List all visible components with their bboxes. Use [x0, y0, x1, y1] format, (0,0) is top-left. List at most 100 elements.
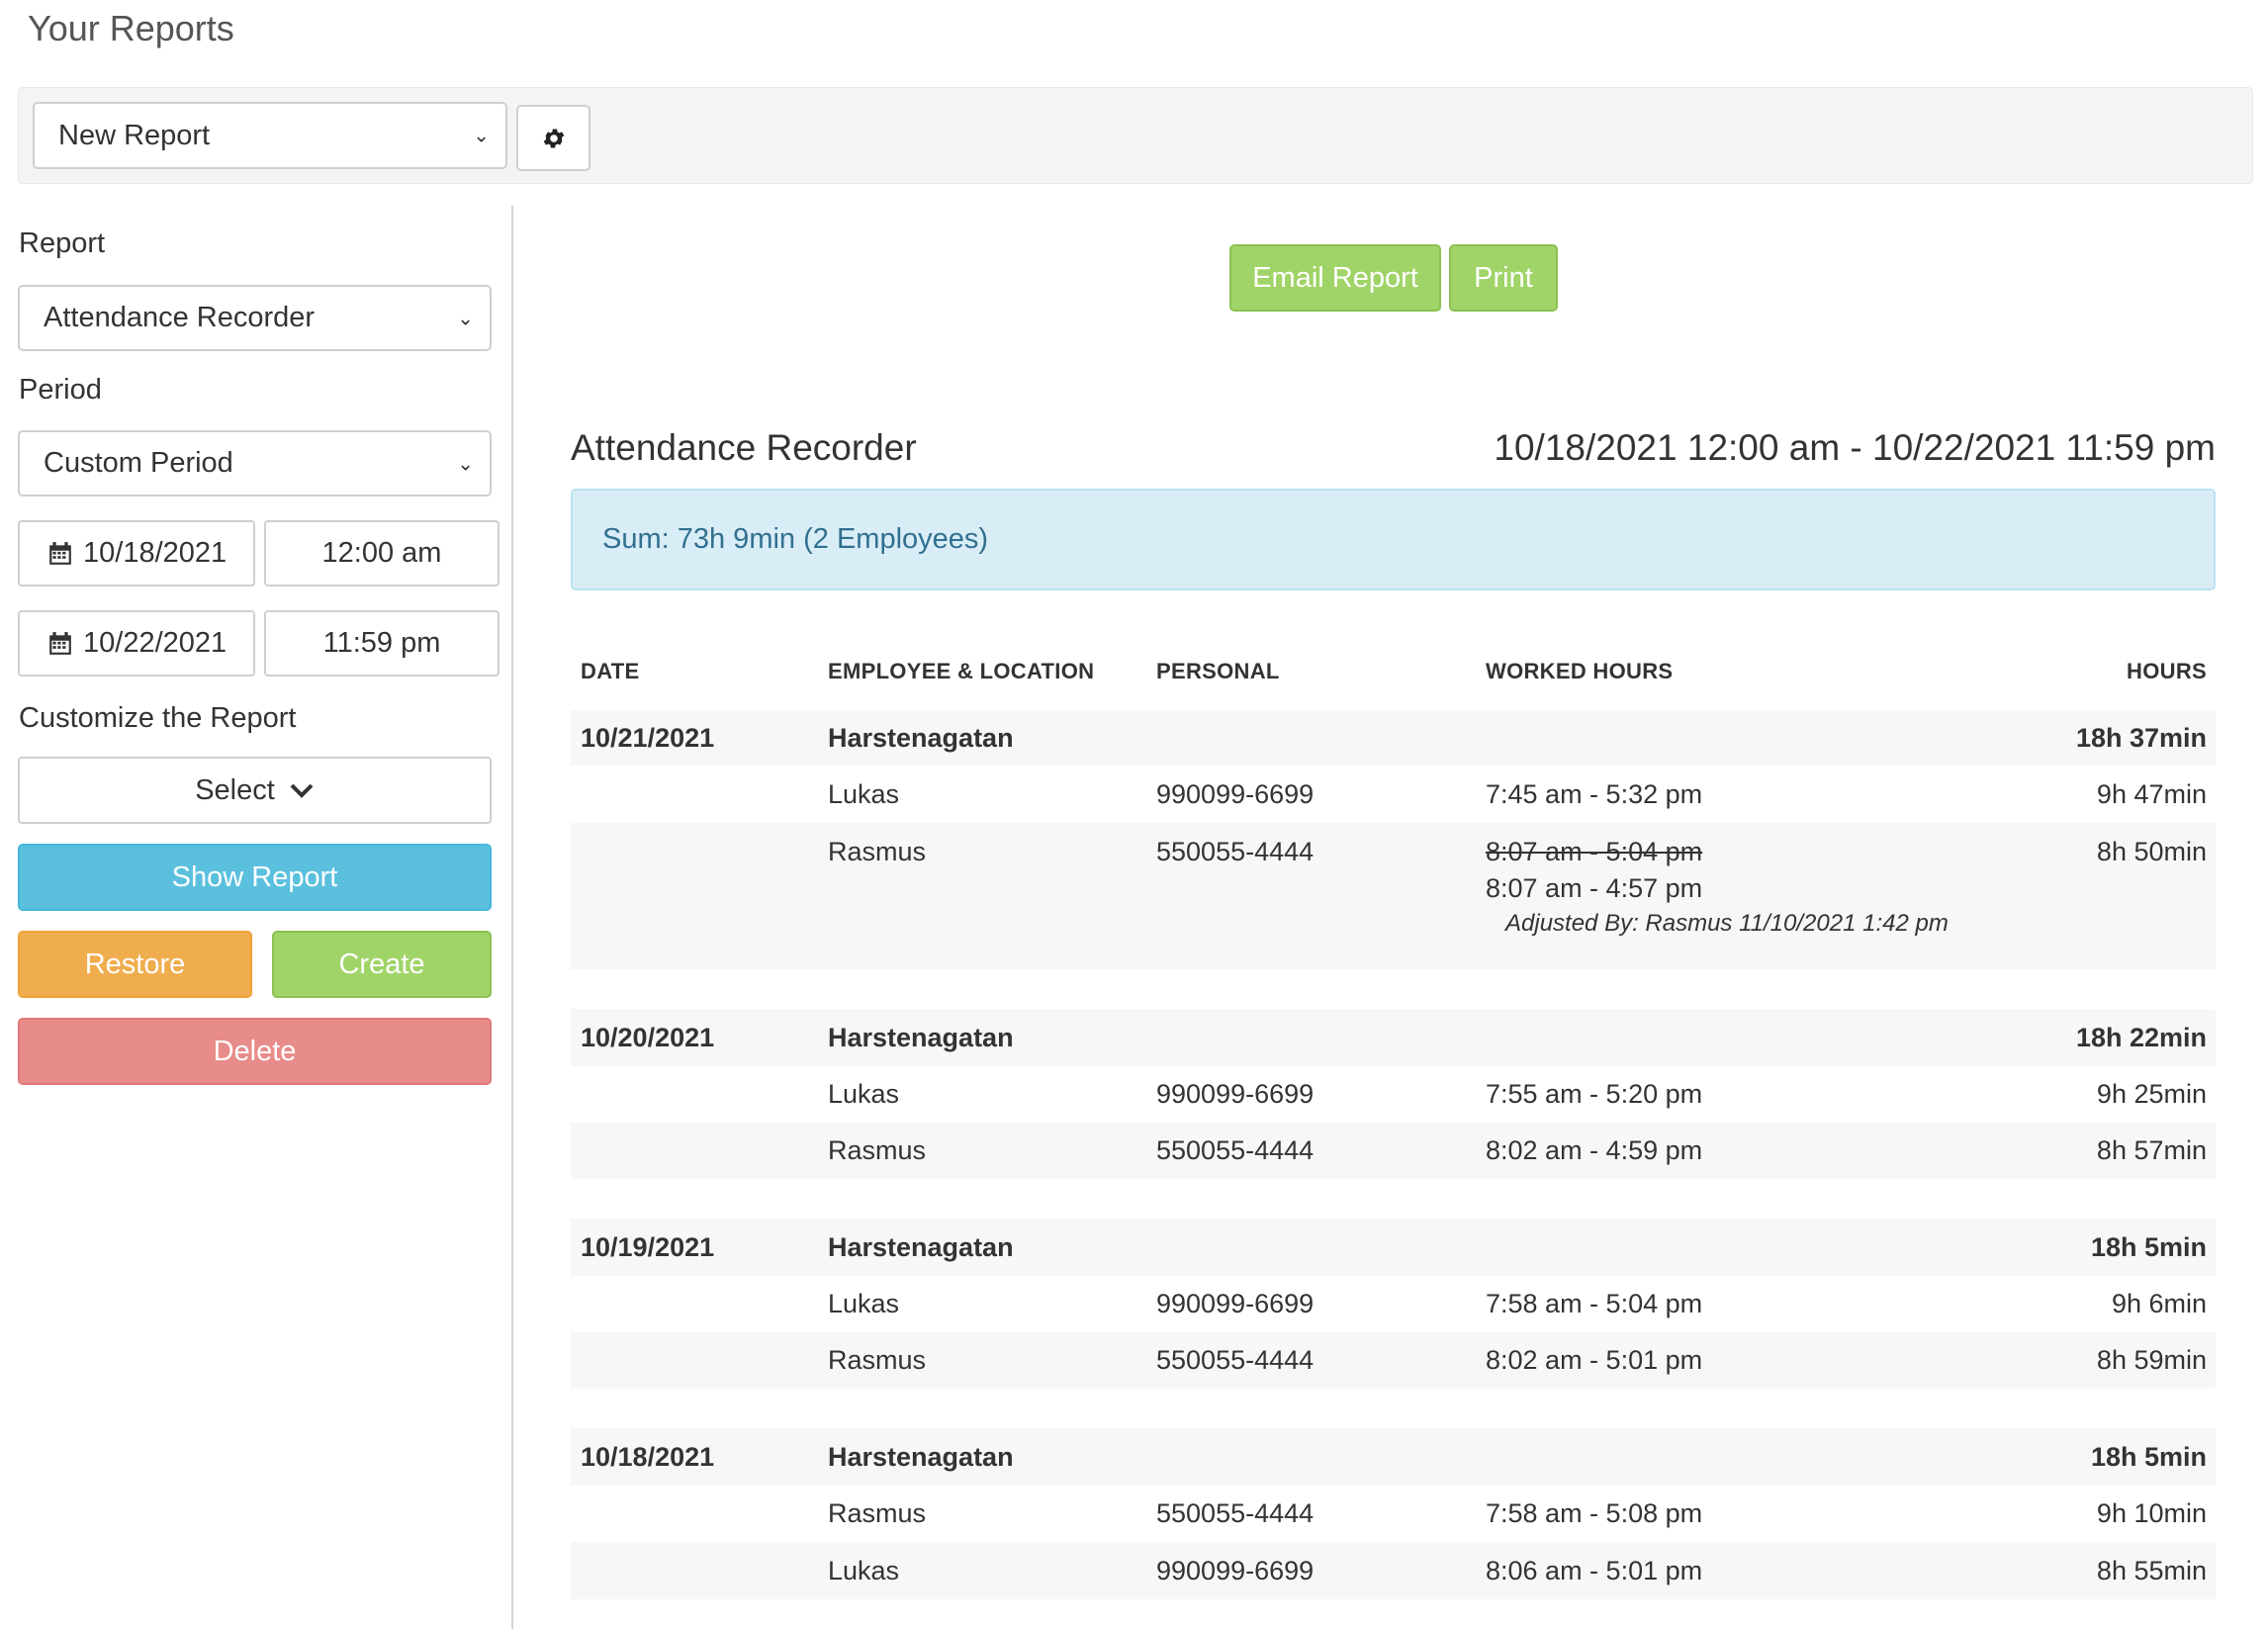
- group-location: Harstenagatan: [828, 723, 1014, 753]
- col-header-employee: EMPLOYEE & LOCATION: [828, 659, 1095, 683]
- sum-summary: Sum: 73h 9min (2 Employees): [571, 489, 2216, 590]
- sum-text: Sum: 73h 9min (2 Employees): [602, 523, 989, 555]
- employee-name: Rasmus: [828, 1498, 927, 1528]
- personal-id: 990099-6699: [1156, 779, 1315, 809]
- hours-value: 8h 57min: [2096, 1135, 2207, 1165]
- period-label: Period: [19, 374, 102, 406]
- hours-value: 9h 6min: [2111, 1289, 2207, 1318]
- customize-label: Customize the Report: [19, 702, 297, 734]
- personal-id: 550055-4444: [1156, 1498, 1315, 1528]
- report-list-select[interactable]: New Report ⌄: [33, 102, 507, 169]
- employee-name: Lukas: [828, 779, 900, 809]
- start-date-input[interactable]: 10/18/2021: [18, 520, 255, 587]
- start-time-value: 12:00 am: [321, 537, 442, 569]
- col-header-date: DATE: [581, 659, 640, 683]
- group-date: 10/19/2021: [581, 1232, 715, 1262]
- worked-hours-original: 8:07 am - 5:04 pm: [1486, 837, 1703, 866]
- personal-id: 990099-6699: [1156, 1079, 1315, 1109]
- employee-name: Lukas: [828, 1556, 900, 1585]
- delete-button[interactable]: Delete: [18, 1018, 492, 1085]
- table-row: Rasmus 550055-4444 8:02 am - 5:01 pm 8h …: [571, 1332, 2216, 1389]
- worked-hours: 8:02 am - 5:01 pm: [1486, 1345, 1703, 1375]
- hours-value: 8h 50min: [2096, 837, 2207, 866]
- table-row: Rasmus 550055-4444 8:07 am - 5:04 pm 8:0…: [571, 823, 2216, 969]
- worked-hours: 8:02 am - 4:59 pm: [1486, 1135, 1703, 1165]
- employee-name: Rasmus: [828, 837, 927, 866]
- email-report-button[interactable]: Email Report: [1229, 244, 1441, 312]
- end-date-input[interactable]: 10/22/2021: [18, 610, 255, 677]
- personal-id: 550055-4444: [1156, 1345, 1315, 1375]
- customize-select-button[interactable]: Select: [18, 757, 492, 824]
- chevron-down-icon: ⌄: [473, 125, 490, 147]
- report-title: Attendance Recorder: [571, 427, 917, 468]
- group-location: Harstenagatan: [828, 1023, 1014, 1052]
- settings-button[interactable]: [516, 105, 590, 171]
- group-header-row: 10/18/2021 Harstenagatan 18h 5min: [571, 1428, 2216, 1486]
- hours-value: 9h 47min: [2096, 779, 2207, 809]
- start-date-value: 10/18/2021: [83, 537, 227, 569]
- customize-select-value: Select: [195, 773, 275, 806]
- worked-hours: 7:45 am - 5:32 pm: [1486, 779, 1703, 809]
- group-total: 18h 37min: [2075, 723, 2207, 753]
- table-row: Rasmus 550055-4444 7:58 am - 5:08 pm 9h …: [571, 1486, 2216, 1542]
- hours-value: 9h 10min: [2096, 1498, 2207, 1528]
- group-location: Harstenagatan: [828, 1442, 1014, 1472]
- table-row: Lukas 990099-6699 7:58 am - 5:04 pm 9h 6…: [571, 1276, 2216, 1332]
- worked-hours: 7:55 am - 5:20 pm: [1486, 1079, 1703, 1109]
- group-total: 18h 5min: [2090, 1442, 2207, 1472]
- show-report-button[interactable]: Show Report: [18, 844, 492, 911]
- worked-hours: 7:58 am - 5:04 pm: [1486, 1289, 1703, 1318]
- personal-id: 990099-6699: [1156, 1289, 1315, 1318]
- group-total: 18h 22min: [2075, 1023, 2207, 1052]
- restore-button[interactable]: Restore: [18, 931, 252, 998]
- calendar-icon: [49, 631, 71, 655]
- start-time-input[interactable]: 12:00 am: [264, 520, 499, 587]
- table-row: Lukas 990099-6699 7:55 am - 5:20 pm 9h 2…: [571, 1066, 2216, 1123]
- group-header-row: 10/19/2021 Harstenagatan 18h 5min: [571, 1219, 2216, 1276]
- page-title: Your Reports: [28, 8, 234, 48]
- group-date: 10/18/2021: [581, 1442, 715, 1472]
- hours-value: 9h 25min: [2096, 1079, 2207, 1109]
- personal-id: 990099-6699: [1156, 1556, 1315, 1585]
- table-row: Rasmus 550055-4444 8:02 am - 4:59 pm 8h …: [571, 1123, 2216, 1179]
- period-value: Custom Period: [44, 447, 233, 479]
- table-row: Lukas 990099-6699 7:45 am - 5:32 pm 9h 4…: [571, 766, 2216, 823]
- col-header-personal: PERSONAL: [1156, 659, 1280, 683]
- end-time-input[interactable]: 11:59 pm: [264, 610, 499, 677]
- hours-value: 8h 59min: [2096, 1345, 2207, 1375]
- employee-name: Lukas: [828, 1289, 900, 1318]
- end-date-value: 10/22/2021: [83, 627, 227, 659]
- table-row: Lukas 990099-6699 8:06 am - 5:01 pm 8h 5…: [571, 1542, 2216, 1599]
- hours-value: 8h 55min: [2096, 1556, 2207, 1585]
- report-list-select-value: New Report: [58, 119, 211, 151]
- worked-hours: 7:58 am - 5:08 pm: [1486, 1498, 1703, 1528]
- print-button[interactable]: Print: [1449, 244, 1558, 312]
- col-header-worked: WORKED HOURS: [1486, 659, 1674, 683]
- group-header-row: 10/20/2021 Harstenagatan 18h 22min: [571, 1009, 2216, 1066]
- group-total: 18h 5min: [2090, 1232, 2207, 1262]
- adjusted-note: Adjusted By: Rasmus 11/10/2021 1:42 pm: [1505, 910, 1949, 937]
- report-label: Report: [19, 227, 106, 259]
- report-type-select[interactable]: Attendance Recorder ⌄: [18, 285, 492, 351]
- employee-name: Rasmus: [828, 1135, 927, 1165]
- chevron-down-icon: [290, 783, 314, 798]
- chevron-down-icon: ⌄: [457, 453, 474, 475]
- employee-name: Lukas: [828, 1079, 900, 1109]
- worked-hours: 8:07 am - 4:57 pm: [1486, 873, 1703, 903]
- create-button[interactable]: Create: [272, 931, 492, 998]
- col-header-hours: HOURS: [2127, 659, 2207, 683]
- chevron-down-icon: ⌄: [457, 308, 474, 329]
- period-select[interactable]: Custom Period ⌄: [18, 430, 492, 497]
- end-time-value: 11:59 pm: [322, 627, 441, 659]
- employee-name: Rasmus: [828, 1345, 927, 1375]
- personal-id: 550055-4444: [1156, 1135, 1315, 1165]
- group-date: 10/20/2021: [581, 1023, 715, 1052]
- report-type-value: Attendance Recorder: [44, 302, 316, 333]
- group-location: Harstenagatan: [828, 1232, 1014, 1262]
- personal-id: 550055-4444: [1156, 837, 1315, 866]
- gear-icon: [543, 128, 564, 148]
- group-date: 10/21/2021: [581, 723, 715, 753]
- calendar-icon: [49, 541, 71, 565]
- sidebar-divider: [511, 206, 513, 1629]
- worked-hours: 8:06 am - 5:01 pm: [1486, 1556, 1703, 1585]
